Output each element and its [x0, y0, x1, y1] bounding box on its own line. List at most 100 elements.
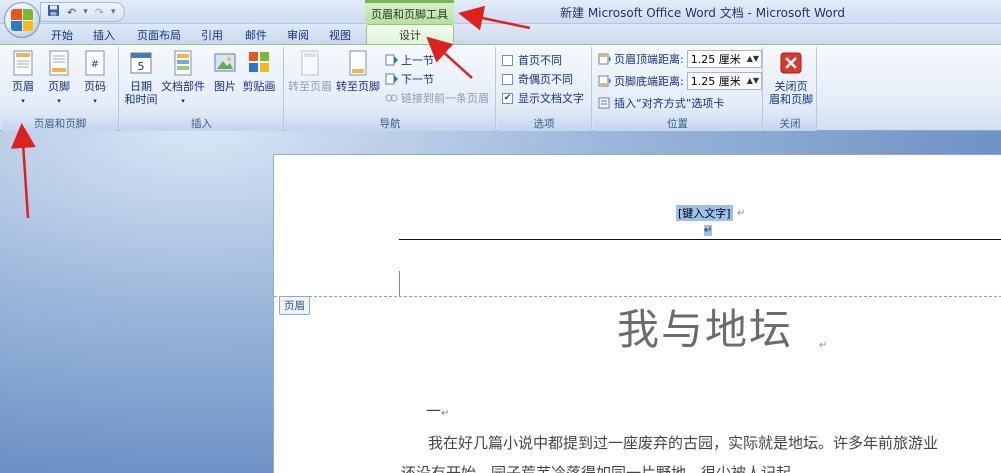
section-number-text: 一: [426, 402, 442, 420]
clipart-button[interactable]: 剪贴画: [238, 49, 280, 93]
goto-footer-icon: [349, 50, 367, 76]
close-header-footer-button[interactable]: 关闭页 眉和页脚: [767, 49, 815, 106]
goto-footer-label: 转至页脚: [336, 80, 380, 93]
redo-icon[interactable]: ↷: [95, 6, 104, 19]
different-first-page-label: 首页不同: [518, 54, 562, 67]
different-first-page-checkbox[interactable]: 首页不同: [502, 52, 562, 68]
page-number-icon: #: [85, 50, 105, 76]
footer-page-icon: [49, 50, 69, 76]
previous-section-button[interactable]: 上一节: [385, 52, 434, 68]
ribbon-tabs: 开始 插入 页面布局 引用 邮件 审阅 视图 设计: [0, 24, 1001, 45]
quick-parts-button[interactable]: 文档部件 ▾: [160, 49, 206, 108]
footer-bottom-distance-value: 1.25 厘米: [690, 75, 741, 88]
different-odd-even-label: 奇偶页不同: [518, 73, 573, 86]
insert-alignment-tab-button[interactable]: 插入“对齐方式”选项卡: [598, 95, 724, 111]
header-border-line: [399, 239, 1001, 240]
header-placeholder-text[interactable]: [键入文字]: [676, 205, 733, 221]
paragraph-mark-icon: ↵: [737, 208, 746, 219]
header-page-icon: [13, 50, 33, 76]
save-icon[interactable]: [47, 4, 60, 20]
group-label-insert: 插入: [120, 116, 283, 131]
margin-crop-mark: [399, 271, 400, 297]
close-label-1: 关闭页: [774, 80, 808, 93]
checkmark-icon: ✔: [502, 92, 513, 104]
spinner-arrows-icon[interactable]: ▲▼: [747, 77, 759, 85]
different-odd-even-checkbox[interactable]: 奇偶页不同: [502, 71, 573, 87]
page-number-button[interactable]: # 页码 ▾: [74, 49, 116, 108]
picture-label: 图片: [214, 80, 236, 93]
goto-header-label: 转至页眉: [288, 80, 332, 93]
next-section-button[interactable]: 下一节: [385, 71, 434, 87]
goto-header-icon: [301, 50, 319, 76]
group-insert: 5 日期 和时间 文档部件 ▾ 图片 剪贴画 插入: [120, 47, 284, 131]
quick-parts-icon: [174, 50, 192, 76]
tab-insert[interactable]: 插入: [93, 27, 115, 43]
group-label-header-footer: 页眉和页脚: [2, 116, 118, 131]
document-title: 我与地坛: [617, 305, 794, 354]
footer-button-label: 页脚: [48, 80, 70, 93]
group-label-navigation: 导航: [285, 116, 495, 131]
chevron-down-icon: ▾: [181, 97, 185, 105]
next-section-icon: [385, 73, 398, 85]
tab-view[interactable]: 视图: [329, 27, 351, 43]
title-bar: ↶ ▾ ↷ ▾ 页眉和页脚工具 新建 Microsoft Office Word…: [0, 0, 1001, 24]
paragraph-line-1: 我在好几篇小说中都提到过一座废弃的古园，实际就是地坛。许多年前旅游业: [428, 434, 939, 452]
office-button[interactable]: [4, 2, 40, 38]
date-time-label-1: 日期: [130, 80, 152, 93]
header-top-distance-spinner[interactable]: 1.25 厘米 ▲▼: [686, 50, 763, 68]
checkbox-unchecked: [502, 73, 513, 85]
header-area-tag: 页眉: [279, 296, 310, 315]
window-title: 新建 Microsoft Office Word 文档 - Microsoft …: [560, 6, 845, 20]
tab-mailings[interactable]: 邮件: [245, 27, 267, 43]
chevron-down-icon: ▾: [21, 97, 25, 105]
section-number: 一↵: [426, 400, 449, 421]
tab-page-layout[interactable]: 页面布局: [137, 27, 181, 43]
group-navigation: 转至页眉 转至页脚 上一节 下一节 链接到前一条页眉 导航: [285, 47, 496, 131]
picture-icon: [214, 53, 236, 72]
tab-design[interactable]: 设计: [366, 24, 454, 45]
footer-bottom-distance-spinner[interactable]: 1.25 厘米 ▲▼: [686, 72, 763, 90]
previous-section-label: 上一节: [401, 54, 434, 67]
close-label-2: 眉和页脚: [769, 93, 813, 106]
tab-references[interactable]: 引用: [201, 27, 223, 43]
link-icon: [385, 94, 398, 102]
group-position: 页眉顶端距离: 1.25 厘米 ▲▼ 页脚底端距离: 1.25 厘米 ▲▼ 插入“对…: [593, 47, 763, 131]
link-to-previous-button[interactable]: 链接到前一条页眉: [385, 90, 489, 106]
tab-review[interactable]: 审阅: [287, 27, 309, 43]
ribbon: 页眉 ▾ 页脚 ▾ # 页码 ▾ 页眉和页脚 5 日期 和时间 文档部件 ▾ 图片 剪贴画: [0, 44, 1001, 131]
insert-alignment-tab-label: 插入“对齐方式”选项卡: [614, 97, 725, 110]
spinner-arrows-icon[interactable]: ▲▼: [747, 55, 759, 63]
group-label-close: 关闭: [764, 116, 816, 131]
goto-footer-button[interactable]: 转至页脚: [335, 49, 381, 93]
footer-distance-icon: [598, 75, 611, 87]
chevron-down-icon: ▾: [57, 97, 61, 105]
close-icon: [780, 52, 802, 74]
paragraph-mark-icon: ↵: [441, 408, 450, 419]
paragraph-line-2: 还没有开始，园子荒芜冷落得如同一片野地，很少被人记起。: [401, 464, 807, 473]
next-section-label: 下一节: [401, 73, 434, 86]
tab-home[interactable]: 开始: [51, 27, 73, 43]
chevron-down-icon: ▾: [93, 97, 97, 105]
svg-text:#: #: [91, 59, 99, 70]
document-page[interactable]: [键入文字] ↵ ↵ 我与地坛 ↵ 一↵ 我在好几篇小说中都提到过一座废弃的古园…: [273, 154, 1001, 473]
previous-section-icon: [385, 54, 398, 66]
show-document-text-checkbox[interactable]: ✔ 显示文档文字: [502, 90, 584, 106]
group-close: 关闭页 眉和页脚 关闭: [764, 47, 817, 131]
header-top-distance-label: 页眉顶端距离:: [614, 53, 684, 66]
date-time-button[interactable]: 5 日期 和时间: [120, 49, 162, 106]
group-label-options: 选项: [497, 116, 591, 131]
footer-bottom-distance: 页脚底端距离: 1.25 厘米 ▲▼: [598, 72, 763, 90]
group-label-position: 位置: [593, 116, 762, 131]
footer-bottom-distance-label: 页脚底端距离:: [614, 75, 684, 88]
group-options: 首页不同 奇偶页不同 ✔ 显示文档文字 选项: [497, 47, 592, 131]
show-document-text-label: 显示文档文字: [518, 92, 584, 105]
quick-access-toolbar: ↶ ▾ ↷ ▾: [40, 2, 125, 22]
undo-icon[interactable]: ↶: [67, 6, 76, 19]
quick-parts-label: 文档部件: [161, 80, 205, 93]
page-number-button-label: 页码: [84, 80, 106, 93]
customize-qat-icon[interactable]: ▾: [111, 7, 116, 17]
goto-header-button[interactable]: 转至页眉: [287, 49, 333, 93]
clipart-icon: [249, 52, 269, 72]
link-to-previous-label: 链接到前一条页眉: [401, 92, 489, 105]
undo-dropdown-icon[interactable]: ▾: [83, 7, 88, 17]
